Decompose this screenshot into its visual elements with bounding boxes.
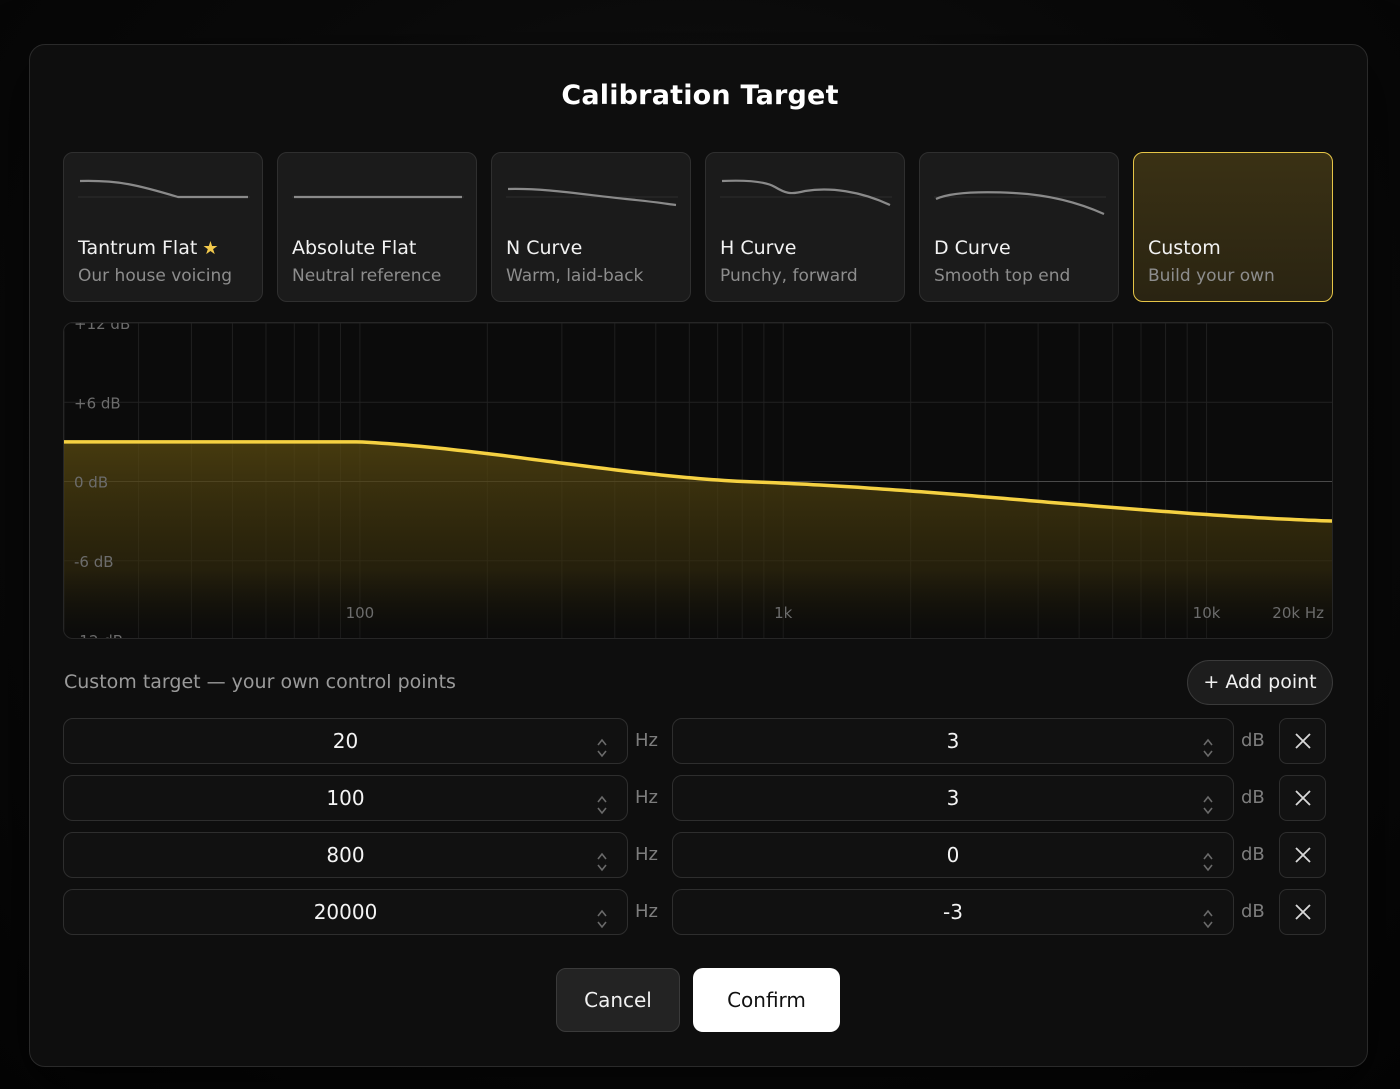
gain-unit: dB — [1241, 787, 1265, 808]
frequency-value: 800 — [326, 843, 365, 867]
stepper-icon[interactable] — [595, 730, 609, 758]
curve-thumbnail — [934, 191, 1106, 216]
y-tick-label: +6 dB — [74, 394, 121, 412]
remove-point-button[interactable] — [1279, 832, 1326, 878]
frequency-input[interactable]: 20 — [63, 718, 628, 764]
custom-section-label: Custom target — your own control points — [64, 671, 456, 693]
preset-subtitle: Build your own — [1148, 266, 1275, 286]
gain-unit: dB — [1241, 844, 1265, 865]
frequency-input[interactable]: 800 — [63, 832, 628, 878]
preset-subtitle: Neutral reference — [292, 266, 442, 286]
preset-card-custom[interactable]: Custom Build your own — [1133, 152, 1333, 302]
confirm-button[interactable]: Confirm — [693, 968, 840, 1032]
preset-subtitle: Punchy, forward — [720, 266, 858, 286]
gain-value: 3 — [946, 729, 960, 753]
gain-input[interactable]: 0 — [672, 832, 1234, 878]
remove-point-button[interactable] — [1279, 775, 1326, 821]
stepper-icon[interactable] — [1201, 901, 1215, 929]
frequency-response-chart[interactable]: +12 dB +6 dB 0 dB -6 dB -12 dB 100 1k 10k 20k Hz — [63, 322, 1333, 639]
frequency-unit: Hz — [635, 901, 658, 922]
preset-name: Absolute Flat — [292, 237, 417, 259]
remove-point-button[interactable] — [1279, 889, 1326, 935]
frequency-unit: Hz — [635, 844, 658, 865]
x-tick-label: 100 — [346, 604, 375, 622]
y-tick-label: -12 dB — [74, 632, 123, 639]
stepper-icon[interactable] — [595, 844, 609, 872]
curve-thumbnail — [292, 195, 464, 199]
gain-value: 3 — [946, 786, 960, 810]
gain-input[interactable]: 3 — [672, 775, 1234, 821]
frequency-unit: Hz — [635, 787, 658, 808]
y-tick-label: -6 dB — [74, 553, 114, 571]
gain-input[interactable]: 3 — [672, 718, 1234, 764]
dialog-title: Calibration Target — [561, 80, 839, 111]
preset-name: Tantrum Flat — [78, 237, 198, 259]
preset-name: H Curve — [720, 237, 797, 259]
star-icon: ★ — [202, 238, 219, 259]
gain-unit: dB — [1241, 901, 1265, 922]
gain-value: 0 — [946, 843, 960, 867]
frequency-input[interactable]: 20000 — [63, 889, 628, 935]
gain-unit: dB — [1241, 730, 1265, 751]
curve-thumbnail — [78, 179, 250, 199]
stepper-icon[interactable] — [1201, 844, 1215, 872]
chart-svg: +12 dB +6 dB 0 dB -6 dB -12 dB 100 1k 10k 20k Hz — [64, 323, 1332, 639]
gain-input[interactable]: -3 — [672, 889, 1234, 935]
frequency-value: 100 — [326, 786, 365, 810]
preset-name: N Curve — [506, 237, 583, 259]
stepper-icon[interactable] — [1201, 787, 1215, 815]
add-point-button[interactable]: + Add point — [1187, 660, 1333, 705]
preset-card-absolute-flat[interactable]: Absolute Flat Neutral reference — [277, 152, 477, 302]
x-tick-label: 1k — [774, 604, 793, 622]
frequency-value: 20000 — [313, 900, 378, 924]
remove-point-button[interactable] — [1279, 718, 1326, 764]
response-area — [64, 441, 1332, 638]
stepper-icon[interactable] — [595, 901, 609, 929]
preset-card-h-curve[interactable]: H Curve Punchy, forward — [705, 152, 905, 302]
preset-subtitle: Our house voicing — [78, 266, 233, 286]
stepper-icon[interactable] — [595, 787, 609, 815]
cancel-button[interactable]: Cancel — [556, 968, 680, 1032]
y-tick-label: 0 dB — [74, 474, 108, 492]
curve-thumbnail — [720, 179, 892, 206]
stepper-icon[interactable] — [1201, 730, 1215, 758]
x-tick-label: 20k Hz — [1272, 604, 1324, 622]
curve-thumbnail — [506, 187, 678, 207]
preset-card-d-curve[interactable]: D Curve Smooth top end — [919, 152, 1119, 302]
preset-subtitle: Smooth top end — [934, 266, 1071, 286]
preset-card-n-curve[interactable]: N Curve Warm, laid-back — [491, 152, 691, 302]
y-tick-label: +12 dB — [74, 323, 130, 333]
frequency-input[interactable]: 100 — [63, 775, 628, 821]
gain-value: -3 — [943, 900, 963, 924]
preset-subtitle: Warm, laid-back — [506, 266, 644, 286]
preset-card-tantrum-flat[interactable]: Tantrum Flat ★ Our house voicing — [63, 152, 263, 302]
preset-name: Custom — [1148, 237, 1221, 259]
frequency-unit: Hz — [635, 730, 658, 751]
frequency-value: 20 — [332, 729, 359, 753]
preset-name: D Curve — [934, 237, 1011, 259]
x-tick-label: 10k — [1193, 604, 1221, 622]
